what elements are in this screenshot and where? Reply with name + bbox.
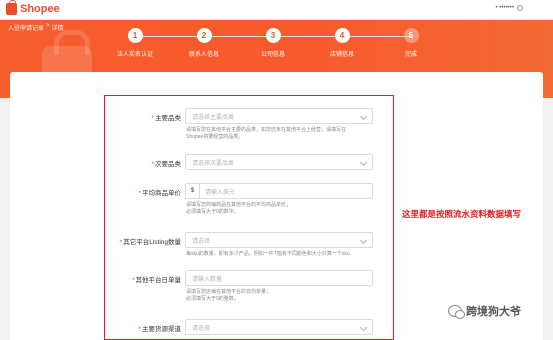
user-name: • ••••••• [495,5,514,11]
watermark: 跨境狗大爷 [448,303,521,319]
highlight-box [104,95,394,340]
shopee-bag-icon [6,0,17,15]
breadcrumb-current: 详情 [51,26,64,32]
step-2: 2 联系人信息 [169,28,239,58]
breadcrumb: 入驻申请记录 > 详情 [8,23,64,32]
step-1: 1 法人实名认证 [100,28,170,58]
watermark-text: 跨境狗大爷 [466,306,521,318]
step-3-label: 公司信息 [260,52,285,58]
user-avatar-icon [517,5,523,11]
step-4: 4 店铺信息 [307,28,377,58]
step-5-number: 5 [403,28,419,43]
step-indicator: 1 法人实名认证 2 联系人信息 3 公司信息 4 店铺信息 5 完成 [117,28,428,68]
top-bar: Shopee • ••••••• [0,0,553,20]
step-5-label: 完成 [404,52,417,58]
step-2-label: 联系人信息 [188,52,219,58]
step-4-number: 4 [334,28,350,43]
wechat-icon [448,305,465,319]
breadcrumb-link-records[interactable]: 入驻申请记录 [8,23,44,32]
step-1-label: 法人实名认证 [116,52,153,58]
step-5: 5 完成 [376,28,446,58]
breadcrumb-separator: > [46,23,50,29]
step-2-number: 2 [196,28,212,43]
step-3-number: 3 [265,28,281,43]
logo-text: Shopee [20,3,60,15]
shopee-logo[interactable]: Shopee [6,0,60,15]
user-menu[interactable]: • ••••••• [496,5,523,11]
step-1-number: 1 [127,28,143,43]
step-3: 3 公司信息 [238,28,308,58]
step-4-label: 店铺信息 [329,52,354,58]
annotation-text: 这里都是按照流水资料数据填写 [402,209,522,219]
